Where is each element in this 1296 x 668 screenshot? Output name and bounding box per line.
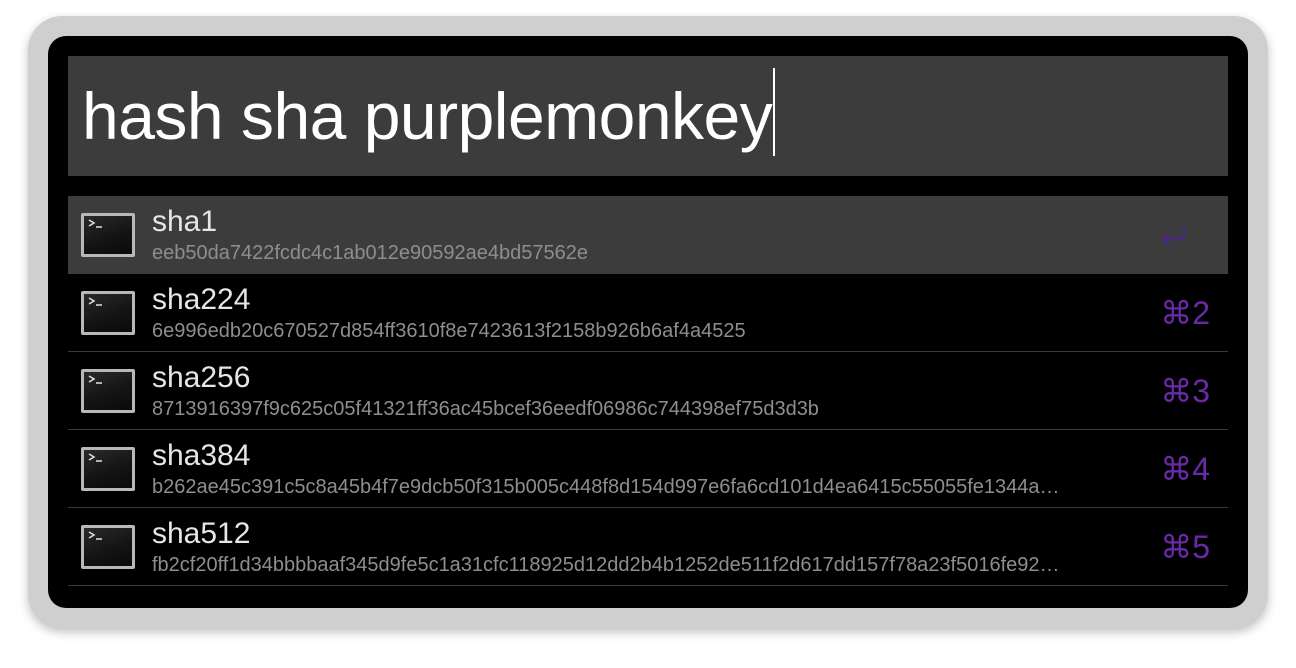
terminal-icon xyxy=(81,213,135,257)
launcher-window: hash sha purplemonkey sha1 eeb50da7422fc… xyxy=(48,36,1248,608)
result-row-sha384[interactable]: sha384 b262ae45c391c5c8a45b4f7e9dcb50f31… xyxy=(68,430,1228,508)
return-icon xyxy=(1158,224,1188,253)
result-row-sha256[interactable]: sha256 8713916397f9c625c05f41321ff36ac45… xyxy=(68,352,1228,430)
results-list: sha1 eeb50da7422fcdc4c1ab012e90592ae4bd5… xyxy=(68,196,1228,586)
result-hash: 8713916397f9c625c05f41321ff36ac45bcef36e… xyxy=(152,398,819,420)
result-row-sha224[interactable]: sha224 6e996edb20c670527d854ff3610f8e742… xyxy=(68,274,1228,352)
result-title: sha1 xyxy=(152,205,218,238)
result-row-sha1[interactable]: sha1 eeb50da7422fcdc4c1ab012e90592ae4bd5… xyxy=(68,196,1228,274)
terminal-icon xyxy=(81,447,135,491)
result-row-sha512[interactable]: sha512 fb2cf20ff1d34bbbbaaf345d9fe5c1a31… xyxy=(68,508,1228,586)
result-title: sha384 xyxy=(152,439,251,472)
result-hash: 6e996edb20c670527d854ff3610f8e7423613f21… xyxy=(152,320,746,342)
query-input[interactable]: hash sha purplemonkey xyxy=(68,56,1228,176)
shortcut-label: ⌘5 xyxy=(1160,529,1210,565)
result-title: sha512 xyxy=(152,517,251,550)
result-title: sha224 xyxy=(152,283,251,316)
terminal-icon xyxy=(81,291,135,335)
query-text: hash sha purplemonkey xyxy=(82,79,773,153)
result-hash: b262ae45c391c5c8a45b4f7e9dcb50f315b005c4… xyxy=(152,476,1060,498)
text-caret xyxy=(773,68,776,156)
result-hash: fb2cf20ff1d34bbbbaaf345d9fe5c1a31cfc1189… xyxy=(152,554,1060,576)
result-title: sha256 xyxy=(152,361,251,394)
shortcut-label: ⌘4 xyxy=(1160,451,1210,487)
shortcut-label: ⌘2 xyxy=(1160,295,1210,331)
terminal-icon xyxy=(81,525,135,569)
shortcut-label: ⌘3 xyxy=(1160,373,1210,409)
result-hash: eeb50da7422fcdc4c1ab012e90592ae4bd57562e xyxy=(152,242,588,264)
terminal-icon xyxy=(81,369,135,413)
